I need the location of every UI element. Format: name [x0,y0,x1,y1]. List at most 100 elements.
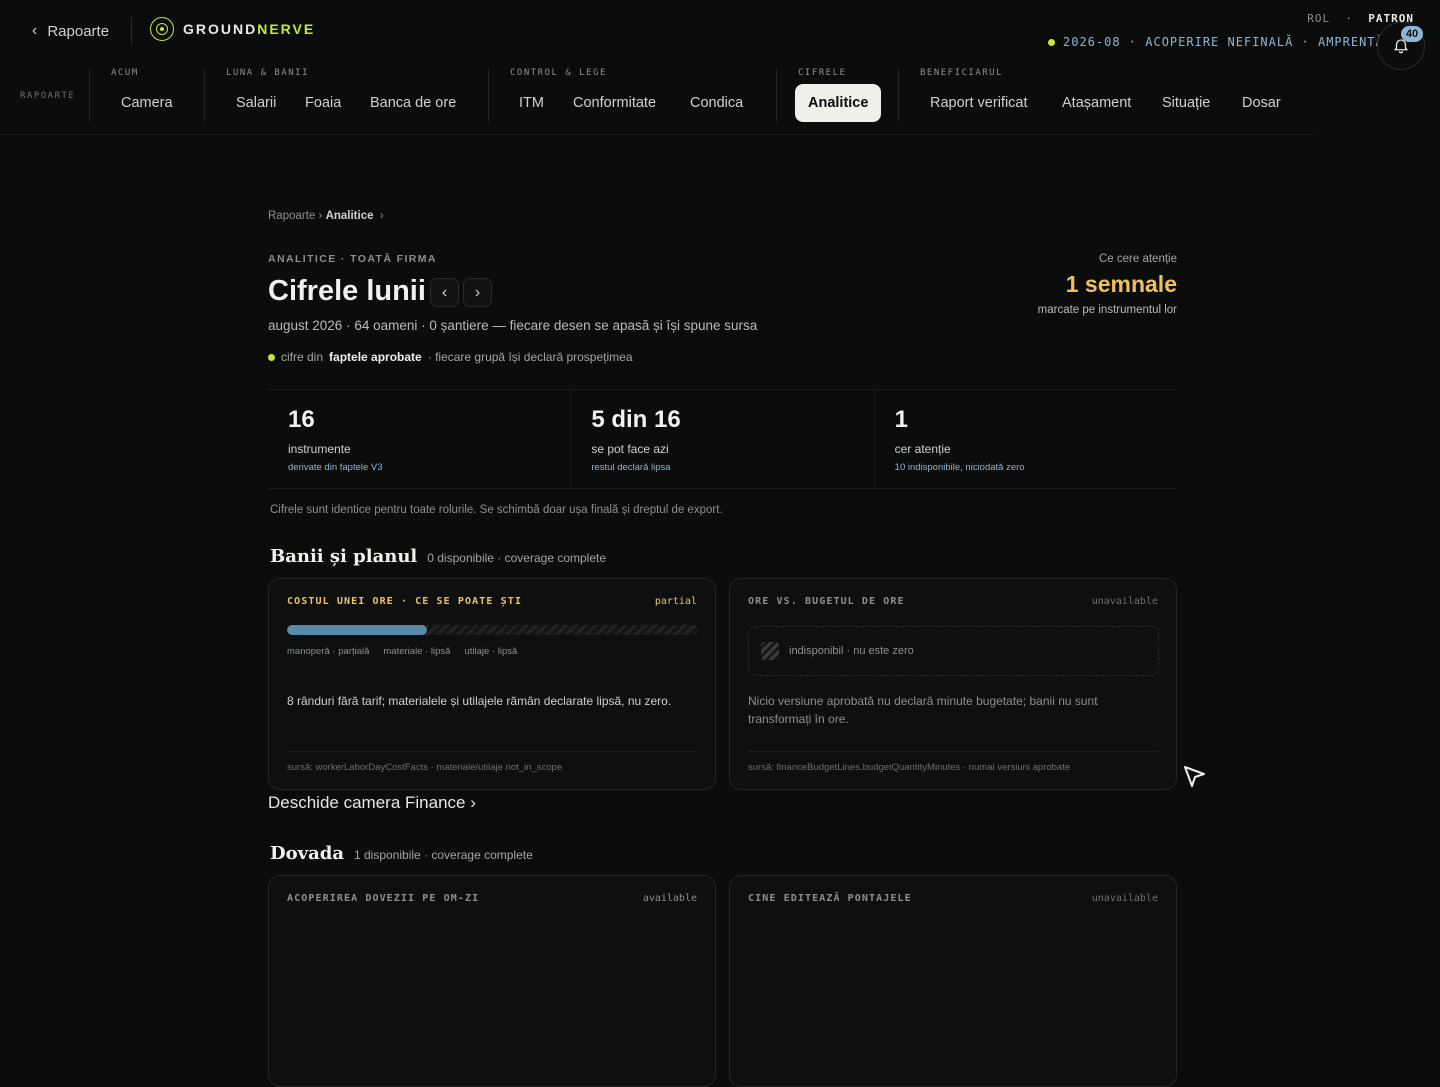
stat-azi[interactable]: 5 din 16 se pot face azi restul declară … [570,390,873,488]
nav-divider [204,68,205,122]
nav-group-label: ACUM [111,68,139,78]
unavailable-placeholder: indisponibil · nu este zero [748,626,1159,676]
card-source: sursă: workerLaborDayCostFacts · materia… [287,762,563,773]
cost-coverage-bar [287,625,698,635]
period-status: 2026-08 · ACOPERIRE NEFINALĂ · AMPRENTĂ [1048,35,1384,49]
tab-foaia[interactable]: Foaia [292,84,354,122]
nav-divider [776,68,777,122]
attention-value[interactable]: 1 semnale [1038,271,1177,298]
chevron-left-icon: ‹ [32,22,38,39]
breadcrumb-sep: › [318,210,323,222]
header-divider [131,17,132,45]
back-link[interactable]: ‹ Rapoarte [32,20,109,42]
month-switcher: ‹ › [430,278,492,307]
card-title: COSTUL UNEI ORE · CE SE POATE ȘTI [287,596,522,607]
unavailable-icon [761,642,779,660]
card-title: ACOPERIREA DOVEZII PE OM-ZI [287,893,480,904]
placeholder-text: indisponibil · nu este zero [789,645,914,657]
mouse-cursor-icon [1184,766,1205,787]
status-dot-icon [1048,38,1055,46]
tab-raport-verificat[interactable]: Raport verificat [917,84,1041,122]
nav-group-label: LUNA & BANII [226,68,310,78]
tab-conformitate[interactable]: Conformitate [560,84,669,122]
tab-situatie[interactable]: Situație [1149,84,1223,122]
facts-bold[interactable]: faptele aprobate [329,350,422,364]
logo[interactable]: GROUNDNERVE [150,17,315,41]
nav-divider [898,68,899,122]
card-title: CINE EDITEAZĂ PONTAJELE [748,893,912,904]
role-sep: · [1345,12,1353,25]
prev-month-button[interactable]: ‹ [430,278,459,307]
roles-note: Cifrele sunt identice pentru toate rolur… [270,504,723,516]
breadcrumb-root[interactable]: Rapoarte [268,210,315,222]
stat-detail: 10 indisponibile, niciodată zero [894,462,1025,473]
nav-group-label: CIFRELE [798,68,847,78]
page-title: Cifrele lunii [268,275,426,307]
stat-number: 16 [288,406,315,433]
tab-dosar[interactable]: Dosar [1229,84,1294,122]
stat-instrumente[interactable]: 16 instrumente derivate din faptele V3 [268,390,570,488]
section-title: Dovada [270,843,344,864]
chevron-left-icon: ‹ [441,283,448,301]
tab-camera[interactable]: Camera [108,84,186,122]
breadcrumb-current: Analitice [325,210,374,222]
tab-condica[interactable]: Condica [677,84,756,122]
legend-item: materiale · lipsă [383,646,451,657]
open-finance-link[interactable]: Deschide camera Finance › [268,793,476,813]
nav-section-label: RAPOARTE [20,91,76,101]
tab-analitice[interactable]: Analitice [795,84,882,122]
section-meta: 0 disponibile · coverage complete [427,551,607,565]
tab-banca-de-ore[interactable]: Banca de ore [357,84,469,122]
attention-summary: Ce cere atenție 1 semnale marcate pe ins… [1038,253,1177,316]
tab-salarii[interactable]: Salarii [223,84,289,122]
section-meta: 1 disponibile · coverage complete [354,848,533,862]
stat-atentie[interactable]: 1 cer atenție 10 indisponibile, niciodat… [873,390,1177,488]
card-cost-ora[interactable]: COSTUL UNEI ORE · CE SE POATE ȘTI partia… [268,578,716,790]
tab-atasament[interactable]: Atașament [1049,84,1144,122]
stat-detail: derivate din faptele V3 [288,462,383,473]
nav-divider [488,68,489,122]
logo-target-icon [150,17,174,41]
section-header-bani: Banii și planul 0 disponibile · coverage… [270,546,606,567]
card-divider [748,751,1158,752]
legend-item: manoperă · parțială [287,646,370,657]
card-acoperire-dovezi[interactable]: ACOPERIREA DOVEZII PE OM-ZI available [268,875,716,1087]
nav-group-label: BENEFICIARUL [920,68,1004,78]
stat-label: cer atenție [894,442,951,456]
facts-pre: cifre din [281,350,324,364]
attention-label: Ce cere atenție [1099,253,1177,265]
facts-dot-icon [268,353,275,361]
cost-coverage-fill [287,625,427,635]
card-status-badge: partial [654,596,697,607]
card-body: 8 rânduri fără tarif; materialele și uti… [287,694,672,708]
stat-number: 1 [894,406,909,433]
stat-label: instrumente [288,442,351,456]
nav-group-label: CONTROL & LEGE [510,68,607,78]
card-title: ORE VS. BUGETUL DE ORE [748,596,905,607]
card-source: sursă: financeBudgetLines.budgetQuantity… [748,762,1071,773]
page-eyebrow: ANALITICE · TOATĂ FIRMA [268,253,437,265]
card-editari-pontaje[interactable]: CINE EDITEAZĂ PONTAJELE unavailable [729,875,1177,1087]
tab-itm[interactable]: ITM [506,84,557,122]
role-label: ROL [1307,12,1331,25]
logo-text-a: GROUND [183,21,258,37]
status-text: 2026-08 · ACOPERIRE NEFINALĂ · AMPRENTĂ [1063,35,1384,49]
logo-text-b: NERVE [257,21,316,37]
stat-detail: restul declară lipsa [591,462,671,473]
chevron-right-icon: › [474,283,481,301]
page-subtitle: august 2026 · 64 oameni · 0 șantiere — f… [268,318,758,333]
attention-sub: marcate pe instrumentul lor [1037,304,1177,316]
stat-label: se pot face azi [591,442,669,456]
card-ore-buget[interactable]: ORE VS. BUGETUL DE ORE unavailable indis… [729,578,1177,790]
nav-divider [89,68,90,122]
next-month-button[interactable]: › [463,278,492,307]
breadcrumb-trail: › [379,210,384,222]
section-title: Banii și planul [270,546,418,567]
notification-count-badge: 40 [1401,26,1423,42]
card-divider [287,751,697,752]
breadcrumb: Rapoarte › Analitice › [268,210,384,222]
section-header-dovada: Dovada 1 disponibile · coverage complete [270,843,533,864]
card-status-badge: unavailable [1091,596,1158,607]
facts-post: · fiecare grupă își declară prospețimea [427,350,633,364]
stats-row: 16 instrumente derivate din faptele V3 5… [268,389,1177,489]
